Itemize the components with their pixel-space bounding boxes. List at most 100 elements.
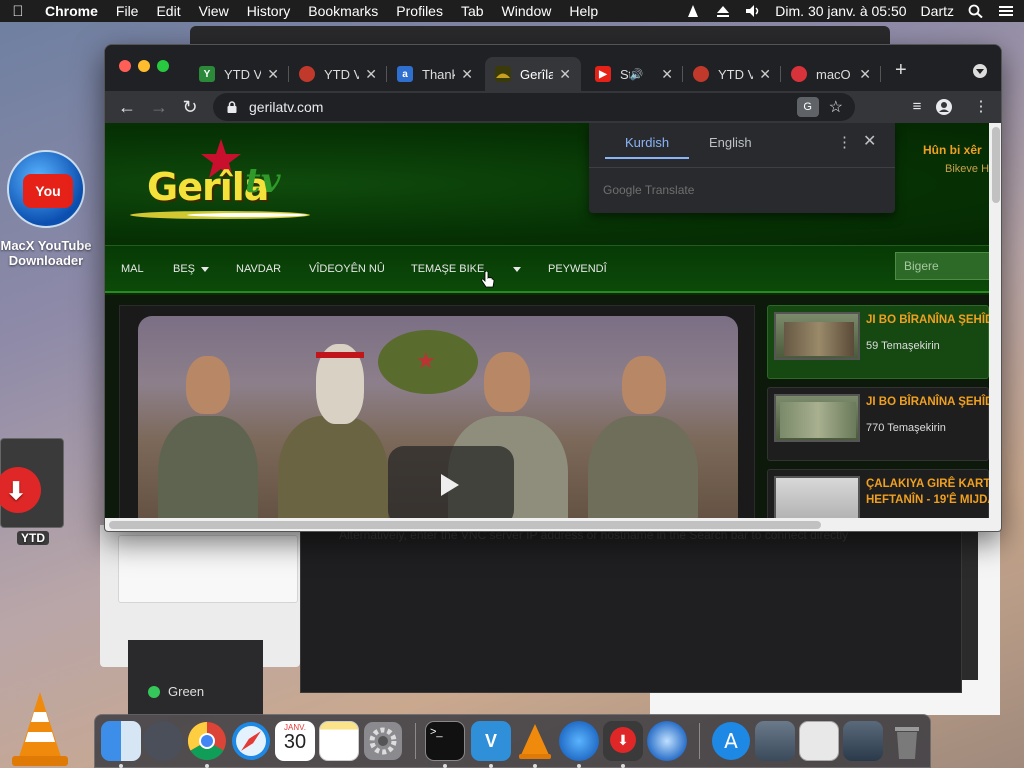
- back-arrow-icon[interactable]: ←: [115, 95, 139, 119]
- translate-page-icon[interactable]: G: [796, 97, 819, 117]
- horizontal-scrollbar[interactable]: [105, 518, 1001, 531]
- close-tab-icon[interactable]: ✕: [559, 66, 571, 83]
- desktop-icon-label-line2: Downloader: [8, 253, 84, 268]
- tab-thank[interactable]: a Thank ✕: [387, 57, 483, 91]
- safari-compass-icon[interactable]: [231, 721, 271, 761]
- side-video-item[interactable]: JI BO BÎRANÎNA ŞEHÎDÊ 59 Temaşekirin: [767, 305, 989, 379]
- new-tab-plus-icon[interactable]: +: [895, 59, 907, 82]
- desktop-ytd[interactable]: ⬇ YTD: [0, 438, 66, 545]
- finder-icon[interactable]: [101, 721, 141, 761]
- vlc-icon[interactable]: [515, 721, 555, 761]
- vnc-viewer-icon[interactable]: V: [471, 721, 511, 761]
- scrollbar-thumb[interactable]: [992, 127, 1000, 203]
- menu-view[interactable]: View: [190, 3, 238, 19]
- background-vnc-window[interactable]: Alternatively, enter the VNC server IP a…: [300, 525, 962, 693]
- translate-tab-kurdish[interactable]: Kurdish: [625, 135, 669, 150]
- vlc-status-icon[interactable]: [685, 4, 701, 18]
- reload-icon[interactable]: ↻: [178, 95, 202, 119]
- play-icon: [441, 474, 459, 496]
- launchpad-rocket-icon[interactable]: [143, 721, 183, 761]
- side-video-title: ÇALAKIYA GIRÊ KARTAL: [866, 478, 989, 490]
- app-store-icon[interactable]: A: [711, 721, 751, 761]
- menu-help[interactable]: Help: [560, 3, 607, 19]
- menu-file[interactable]: File: [107, 3, 148, 19]
- close-window-icon[interactable]: [119, 60, 131, 72]
- ytd-downloader-icon[interactable]: ⬇: [603, 721, 643, 761]
- close-tab-icon[interactable]: ✕: [365, 66, 377, 83]
- vertical-scrollbar[interactable]: [989, 123, 1001, 518]
- side-video-item[interactable]: JI BO BÎRANÎNA ŞEHÎDÊ 770 Temaşekirin: [767, 387, 989, 461]
- vlc-cone-icon[interactable]: [10, 690, 70, 768]
- nav-navdar[interactable]: NAVDAR: [236, 263, 281, 275]
- address-bar[interactable]: gerilatv.com G ☆: [213, 93, 855, 121]
- tab-youtube[interactable]: ▶ St 🔊 ✕: [585, 57, 683, 91]
- tag-green[interactable]: Green: [148, 684, 204, 699]
- eject-icon[interactable]: [715, 4, 731, 18]
- chrome-menu-kebab-icon[interactable]: ⋮: [969, 95, 993, 119]
- nav-peywendi[interactable]: PEYWENDÎ: [548, 263, 607, 275]
- tab-ytd-3[interactable]: YTD V ✕: [683, 57, 781, 91]
- close-tab-icon[interactable]: ✕: [661, 66, 673, 83]
- lock-icon[interactable]: [227, 101, 237, 113]
- tab-ytd-1[interactable]: Y YTD V ✕: [189, 57, 289, 91]
- chrome-icon[interactable]: [187, 721, 227, 761]
- nav-bes[interactable]: BEŞ: [173, 263, 210, 275]
- bookmark-star-icon[interactable]: ☆: [829, 97, 843, 117]
- audio-playing-icon[interactable]: 🔊: [630, 68, 644, 81]
- menu-bookmarks[interactable]: Bookmarks: [299, 3, 387, 19]
- featured-video-player[interactable]: ★: [119, 305, 755, 518]
- translate-options-kebab-icon[interactable]: ⋮: [837, 133, 852, 151]
- macx-youtube-downloader-icon[interactable]: [559, 721, 599, 761]
- tab-macos[interactable]: macO ✕: [781, 57, 881, 91]
- translate-close-icon[interactable]: ✕: [863, 131, 876, 151]
- side-video-thumbnail: [774, 394, 860, 442]
- menu-profiles[interactable]: Profiles: [387, 3, 452, 19]
- forward-arrow-icon[interactable]: →: [147, 95, 171, 119]
- close-tab-icon[interactable]: ✕: [859, 66, 871, 83]
- site-search-input[interactable]: Bigere: [895, 252, 989, 280]
- menu-window[interactable]: Window: [493, 3, 561, 19]
- menu-edit[interactable]: Edit: [147, 3, 189, 19]
- documents-stack-icon[interactable]: [843, 721, 883, 761]
- profile-avatar-icon[interactable]: [936, 99, 952, 115]
- translate-tab-english[interactable]: English: [709, 135, 752, 150]
- tab-gerila-active[interactable]: Gerîla ✕: [485, 57, 581, 91]
- volume-icon[interactable]: [745, 4, 761, 18]
- media-queue-icon[interactable]: ≡: [905, 95, 929, 119]
- nav-dropdown[interactable]: [507, 263, 521, 275]
- calendar-icon[interactable]: JANV. 30: [275, 721, 315, 761]
- tab-title: YTD V: [718, 66, 754, 82]
- close-tab-icon[interactable]: ✕: [267, 66, 279, 83]
- apple-menu-icon[interactable]: : [0, 3, 36, 20]
- desktop-macx-youtube-downloader[interactable]: You MacX YouTube Downloader: [0, 150, 92, 268]
- terminal-icon[interactable]: >_: [425, 721, 465, 761]
- minimize-window-icon[interactable]: [138, 60, 150, 72]
- menubar-user[interactable]: Dartz: [921, 3, 954, 19]
- close-tab-icon[interactable]: ✕: [759, 66, 771, 83]
- zoom-window-icon[interactable]: [157, 60, 169, 72]
- system-preferences-gear-icon[interactable]: [363, 721, 403, 761]
- trash-icon[interactable]: [887, 721, 927, 761]
- screenshot-stack-icon[interactable]: [799, 721, 839, 761]
- nav-videoyen-nu[interactable]: VÎDEOYÊN NÛ: [309, 263, 385, 275]
- menu-app-name[interactable]: Chrome: [36, 3, 107, 19]
- url-text[interactable]: gerilatv.com: [249, 99, 797, 115]
- nav-temase-bike[interactable]: TEMAŞE BIKE: [411, 263, 484, 275]
- scrollbar-thumb[interactable]: [109, 521, 821, 529]
- notes-icon[interactable]: [319, 721, 359, 761]
- menu-tab[interactable]: Tab: [452, 3, 493, 19]
- control-center-icon[interactable]: [998, 4, 1014, 18]
- nav-mal[interactable]: MAL: [121, 263, 144, 275]
- close-tab-icon[interactable]: ✕: [461, 66, 473, 83]
- tab-ytd-2[interactable]: YTD V ✕: [289, 57, 387, 91]
- spotlight-search-icon[interactable]: [968, 4, 984, 18]
- quicktime-icon[interactable]: [647, 721, 687, 761]
- play-button[interactable]: [388, 446, 514, 518]
- menu-history[interactable]: History: [238, 3, 300, 19]
- gerila-tv-logo[interactable]: Gerîla tv: [121, 137, 311, 233]
- menubar-clock[interactable]: Dim. 30 janv. à 05:50: [775, 3, 906, 19]
- side-video-item[interactable]: ÇALAKIYA GIRÊ KARTAL HEFTANÎN - 19'Ê MIJ…: [767, 469, 989, 518]
- welcome-login-link[interactable]: Bikeve H: [945, 163, 989, 175]
- downloads-stack-icon[interactable]: [755, 721, 795, 761]
- tab-search-chevron-icon[interactable]: [973, 64, 987, 78]
